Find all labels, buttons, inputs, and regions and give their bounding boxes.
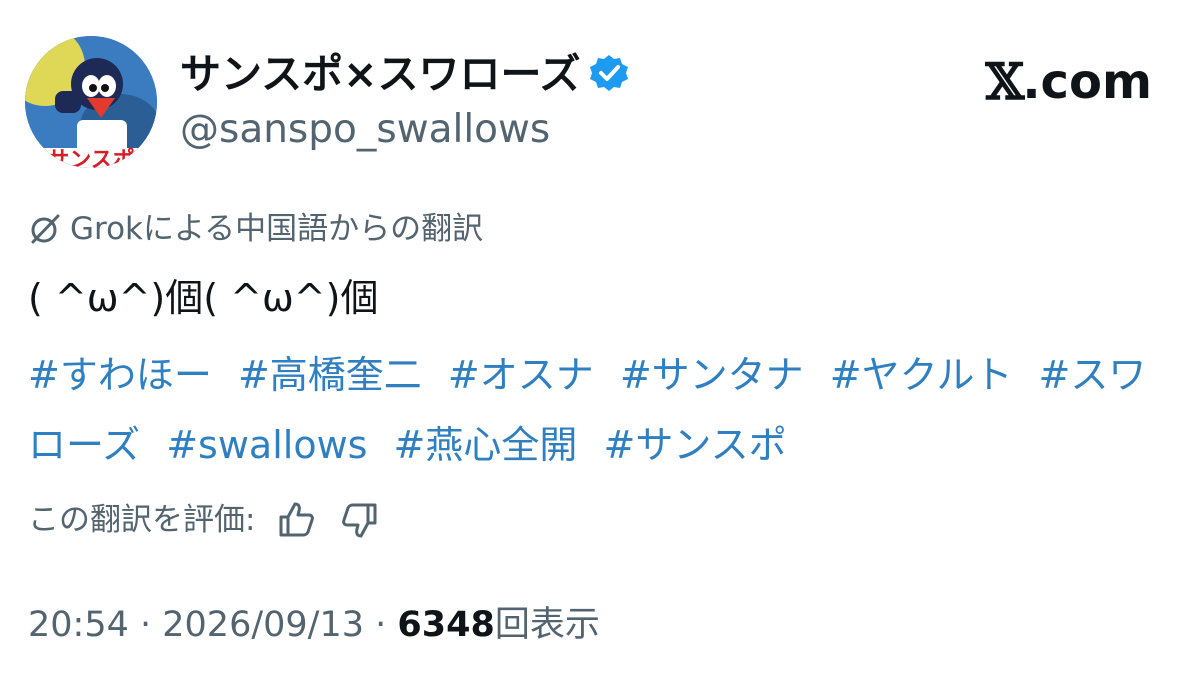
swallows-mascot-avatar: サンスポ [25, 36, 157, 168]
author-name-row[interactable]: サンスポ×スワローズ [180, 46, 630, 102]
hashtag-link[interactable]: #オスナ [448, 353, 594, 397]
thumbs-down-icon[interactable] [339, 499, 381, 541]
author-avatar[interactable]: サンスポ [25, 36, 157, 168]
avatar-text: サンスポ [47, 147, 135, 168]
translation-note: Grokによる中国語からの翻訳 [28, 207, 483, 251]
views-label: 回表示 [494, 605, 600, 645]
meta-separator: · [364, 605, 398, 645]
hashtag-link[interactable]: #サンスポ [603, 423, 786, 467]
rate-translation-row: この翻訳を評価: [28, 497, 381, 543]
hashtag-link[interactable]: #燕心全開 [394, 423, 578, 467]
x-com-logo: 𝕏 .com [986, 52, 1152, 112]
tweet-text: ( ^ω^)個( ^ω^)個 [28, 276, 379, 320]
verified-badge-icon [588, 53, 630, 95]
hashtag-link[interactable]: #swallows [166, 423, 367, 467]
hashtag-link[interactable]: #すわほー [28, 353, 212, 397]
author-handle[interactable]: @sanspo_swallows [180, 104, 550, 156]
meta-separator: · [128, 605, 163, 645]
translation-label: Grokによる中国語からの翻訳 [70, 211, 484, 247]
hashtag-link[interactable]: #ヤクルト [830, 353, 1013, 397]
tweet-meta: 20:54 · 2026/09/13 · 6348回表示 [28, 600, 600, 650]
x-logo-icon: 𝕏 [985, 52, 1025, 111]
author-display-name[interactable]: サンスポ×スワローズ [180, 46, 580, 102]
hashtag-list: #すわほー #高橋奎二 #オスナ #サンタナ #ヤクルト #スワローズ #swa… [28, 340, 1178, 480]
hashtag-link[interactable]: #高橋奎二 [238, 353, 422, 397]
tweet-time[interactable]: 20:54 [28, 605, 129, 645]
rate-translation-label: この翻訳を評価: [28, 502, 256, 538]
hashtag-link[interactable]: #サンタナ [620, 353, 804, 397]
views-count: 6348 [397, 605, 495, 645]
grok-icon [31, 214, 60, 244]
thumbs-up-icon[interactable] [275, 499, 317, 541]
tweet-date[interactable]: 2026/09/13 [162, 605, 364, 645]
brand-suffix: .com [1022, 54, 1152, 110]
